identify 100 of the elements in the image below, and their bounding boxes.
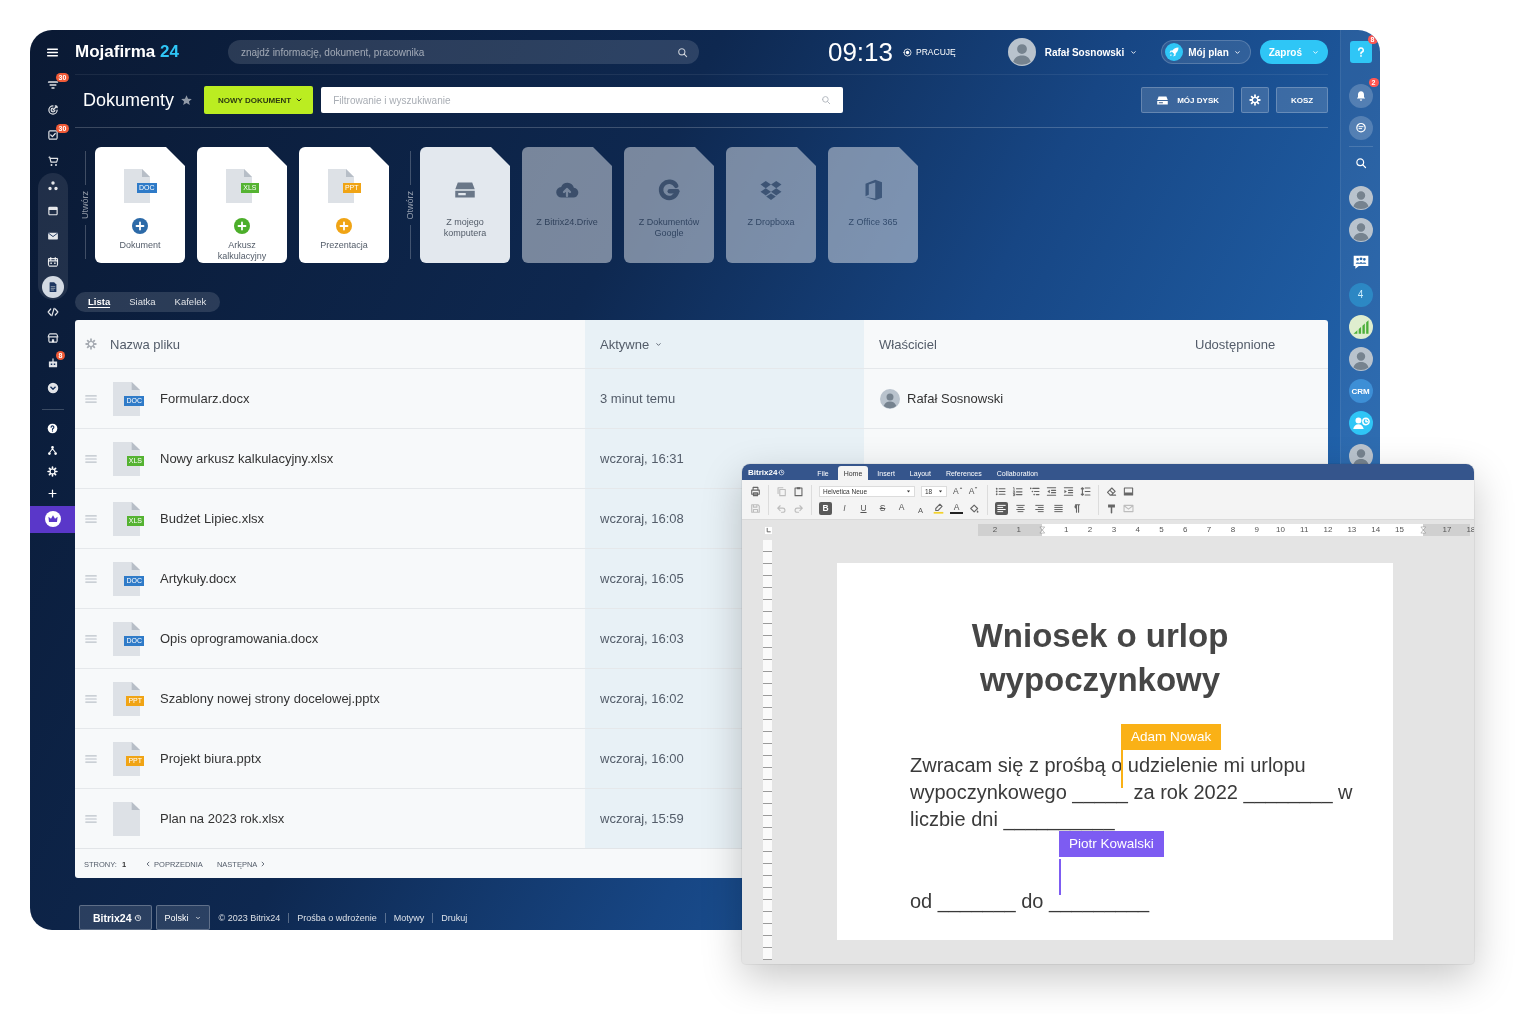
paste-icon[interactable] — [793, 485, 804, 497]
ruler-number: 8 — [1230, 525, 1236, 535]
ruler-number: 17 — [1442, 525, 1452, 535]
filter-field[interactable]: Filtrowanie i wyszukiwanie — [321, 87, 844, 113]
eraser-icon[interactable] — [1106, 485, 1117, 497]
strikethrough-button[interactable]: S — [876, 501, 889, 515]
language-button[interactable]: Polski — [155, 905, 210, 930]
format-painter-icon[interactable] — [1106, 502, 1117, 514]
growth-chart-icon[interactable] — [1348, 314, 1373, 339]
upgrade-button[interactable] — [30, 505, 75, 533]
file-name[interactable]: Artykuły.docx — [160, 571, 237, 586]
file-name[interactable]: Formularz.docx — [160, 391, 250, 406]
column-header[interactable]: Nazwa pliku — [105, 320, 585, 368]
align-left-icon[interactable] — [995, 501, 1008, 515]
line-spacing-icon[interactable] — [1080, 485, 1091, 497]
tile-label: Z mojego komputera — [442, 217, 488, 238]
tile-label: Prezentacja — [320, 240, 368, 251]
page-title: Dokumenty — [82, 89, 175, 111]
tile-label: Z Dokumentów Google — [637, 217, 701, 238]
ruler-number: 13 — [1347, 525, 1357, 535]
sitemap-icon[interactable] — [47, 444, 58, 456]
view-tab[interactable]: Lista — [88, 296, 111, 308]
plus-icon — [234, 218, 250, 234]
font-size-button[interactable]: A — [953, 486, 963, 496]
file-name[interactable]: Nowy arkusz kalkulacyjny.xlsx — [160, 451, 334, 466]
caret-down-icon — [938, 488, 943, 494]
bell-icon[interactable] — [1348, 84, 1373, 108]
ruler-number: 3 — [1111, 525, 1117, 535]
import-tile[interactable]: Z mojego komputera — [420, 147, 510, 263]
file-icon — [113, 801, 140, 836]
ruler-number: 18 — [1466, 525, 1474, 535]
chat-icon[interactable] — [1348, 116, 1373, 140]
font-size-button[interactable]: A — [968, 486, 979, 496]
view-tab[interactable]: Siatka — [129, 296, 156, 308]
caret-down-icon — [655, 340, 663, 348]
view-tab[interactable]: Kafelek — [174, 296, 207, 308]
highlighter-icon[interactable] — [933, 502, 944, 514]
footer-link[interactable]: Prośba o wdrożenie — [288, 912, 385, 923]
ruler-number: 4 — [1135, 525, 1140, 535]
collaborator-label: Piotr Kowalski — [1059, 831, 1164, 857]
column-header[interactable]: Właściciel — [864, 320, 1180, 368]
tile-label: Dokument — [119, 240, 161, 251]
owner-name: Rafał Sosnowski — [907, 391, 1004, 406]
help-icon[interactable] — [47, 423, 58, 435]
user-avatar[interactable] — [1348, 346, 1373, 371]
user-avatar[interactable] — [1348, 186, 1373, 210]
bullet-list-icon[interactable] — [995, 485, 1006, 497]
copyright-text: © 2023 Bitrix24 — [217, 912, 282, 923]
outdent-icon[interactable] — [1046, 485, 1057, 497]
superscript-button[interactable]: A — [895, 501, 908, 515]
user-clock-icon[interactable] — [1348, 411, 1373, 436]
settings-button[interactable] — [1241, 87, 1269, 113]
ruler-number: 7 — [1206, 525, 1212, 535]
font-color-button[interactable]: A — [950, 502, 963, 514]
user-avatar[interactable] — [1348, 218, 1373, 243]
user-avatar[interactable] — [1007, 38, 1036, 66]
chevron-right-icon — [260, 861, 267, 867]
new-document-button[interactable]: NOWY DOKUMENT — [204, 86, 314, 114]
image-icon[interactable] — [1123, 485, 1134, 497]
document-title: Wniosek o urlop wypoczynkowy — [970, 616, 1230, 700]
trash-button[interactable]: KOSZ — [1276, 87, 1328, 113]
paint-bucket-icon[interactable] — [969, 502, 980, 514]
bold-button[interactable]: B — [819, 501, 832, 515]
column-header[interactable]: Aktywne — [585, 320, 864, 368]
footer-link[interactable]: Motywy — [384, 912, 433, 923]
plan-button[interactable]: Mój plan — [1161, 40, 1251, 64]
search-icon[interactable] — [676, 46, 688, 58]
document-icon[interactable] — [41, 276, 64, 298]
indent-icon[interactable] — [1063, 485, 1074, 497]
caret-down-icon — [906, 488, 911, 494]
multilevel-list-icon[interactable] — [1029, 485, 1040, 497]
ruler-number: 1 — [1016, 525, 1021, 535]
diamonds-icon — [759, 178, 783, 202]
numbered-list-icon[interactable] — [1012, 485, 1023, 497]
italic-button[interactable]: I — [838, 501, 851, 515]
file-name[interactable]: Opis oprogramowania.docx — [160, 631, 319, 646]
section-label: Utwórz — [80, 191, 90, 219]
record-icon — [903, 47, 913, 57]
app-logo[interactable]: Mojafirma 24 — [75, 42, 179, 62]
drive-button[interactable]: MÓJ DYSK — [1141, 87, 1234, 113]
indent-marker-icon[interactable] — [1039, 525, 1046, 535]
file-name[interactable]: Projekt biura.pptx — [160, 751, 262, 766]
tile-label: Z Bitrix24.Drive — [536, 217, 598, 228]
plus-icon[interactable] — [47, 487, 58, 499]
printer-icon[interactable] — [750, 485, 761, 497]
ruler-number: 2 — [1087, 525, 1093, 535]
user-menu-button[interactable]: Rafał Sosnowski — [1044, 46, 1138, 58]
text-cursor — [1121, 750, 1124, 788]
indent-marker-icon[interactable] — [1419, 525, 1427, 535]
star-icon[interactable] — [180, 93, 194, 107]
ruler-number: 12 — [1323, 525, 1333, 535]
file-name[interactable]: Plan na 2023 rok.xlsx — [160, 811, 285, 826]
file-name[interactable]: Budżet Lipiec.xlsx — [160, 511, 265, 526]
work-status-button[interactable]: PRACUJĘ — [903, 47, 956, 57]
footer-link[interactable]: Drukuj — [432, 912, 476, 923]
tab-stop-icon[interactable] — [765, 526, 772, 534]
brand-button[interactable]: Bitrix24 — [79, 905, 152, 930]
file-name[interactable]: Szablony nowej strony docelowej.pptx — [160, 691, 380, 706]
ruler-number: 15 — [1395, 525, 1404, 535]
column-header[interactable]: Udostępnione — [1180, 320, 1328, 368]
